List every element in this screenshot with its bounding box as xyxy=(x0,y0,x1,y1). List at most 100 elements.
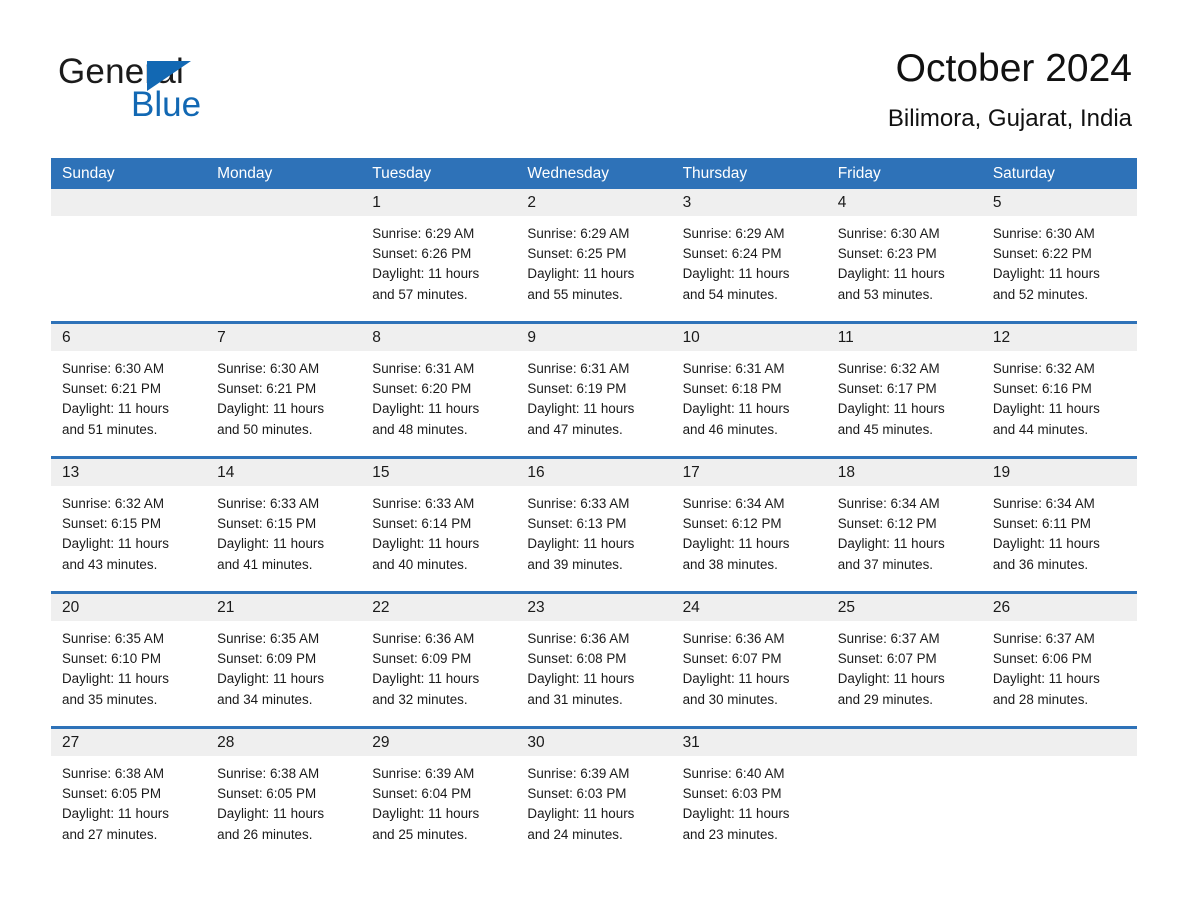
day-number-band: 27 xyxy=(51,729,207,756)
day-cell[interactable]: 7 Sunrise: 6:30 AM Sunset: 6:21 PM Dayli… xyxy=(206,324,362,456)
day-cell[interactable] xyxy=(826,729,982,861)
day-cell[interactable] xyxy=(206,189,362,321)
sunrise-line: Sunrise: 6:38 AM xyxy=(217,766,320,781)
sunrise-line: Sunrise: 6:31 AM xyxy=(372,361,475,376)
day-cell[interactable]: 13 Sunrise: 6:32 AM Sunset: 6:15 PM Dayl… xyxy=(51,459,207,591)
day-cell[interactable]: 23 Sunrise: 6:36 AM Sunset: 6:08 PM Dayl… xyxy=(516,594,672,726)
sunset-line: Sunset: 6:10 PM xyxy=(62,651,161,667)
sunrise-line: Sunrise: 6:32 AM xyxy=(62,496,164,511)
sunset-line: Sunset: 6:17 PM xyxy=(837,381,937,397)
calendar-page: General Blue October 2024 Bilimora, Guja… xyxy=(0,0,1188,918)
day-cell[interactable]: 2 Sunrise: 6:29 AM Sunset: 6:25 PM Dayli… xyxy=(516,189,672,321)
day-cell[interactable]: 9 Sunrise: 6:31 AM Sunset: 6:19 PM Dayli… xyxy=(516,324,672,456)
daylight-line-1: Daylight: 11 hours xyxy=(527,536,635,552)
daylight-line-1: Daylight: 11 hours xyxy=(992,536,1100,552)
day-cell[interactable]: 19 Sunrise: 6:34 AM Sunset: 6:11 PM Dayl… xyxy=(981,459,1137,591)
daylight-line-2: and 40 minutes. xyxy=(372,556,468,572)
day-cell[interactable]: 27 Sunrise: 6:38 AM Sunset: 6:05 PM Dayl… xyxy=(51,729,207,861)
day-cell[interactable]: 20 Sunrise: 6:35 AM Sunset: 6:10 PM Dayl… xyxy=(51,594,207,726)
day-details xyxy=(206,216,361,224)
day-cell[interactable]: 10 Sunrise: 6:31 AM Sunset: 6:18 PM Dayl… xyxy=(671,324,827,456)
sunset-line: Sunset: 6:05 PM xyxy=(62,786,161,802)
day-number-band: 13 xyxy=(51,459,207,486)
day-cell[interactable] xyxy=(51,189,207,321)
sunset-line: Sunset: 6:15 PM xyxy=(217,516,317,532)
day-cell[interactable]: 1 Sunrise: 6:29 AM Sunset: 6:26 PM Dayli… xyxy=(361,189,517,321)
day-cell[interactable]: 12 Sunrise: 6:32 AM Sunset: 6:16 PM Dayl… xyxy=(981,324,1137,456)
day-cell[interactable]: 29 Sunrise: 6:39 AM Sunset: 6:04 PM Dayl… xyxy=(361,729,517,861)
week-row: 6 Sunrise: 6:30 AM Sunset: 6:21 PM Dayli… xyxy=(51,321,1137,456)
sunset-line: Sunset: 6:07 PM xyxy=(837,651,937,667)
daylight-line-1: Daylight: 11 hours xyxy=(992,401,1100,417)
week-row: 20 Sunrise: 6:35 AM Sunset: 6:10 PM Dayl… xyxy=(51,591,1137,726)
day-details: Sunrise: 6:35 AM Sunset: 6:10 PM Dayligh… xyxy=(51,621,206,710)
day-cell[interactable]: 30 Sunrise: 6:39 AM Sunset: 6:03 PM Dayl… xyxy=(516,729,672,861)
day-number: 6 xyxy=(62,329,71,346)
day-cell[interactable]: 5 Sunrise: 6:30 AM Sunset: 6:22 PM Dayli… xyxy=(981,189,1137,321)
day-cell[interactable]: 6 Sunrise: 6:30 AM Sunset: 6:21 PM Dayli… xyxy=(51,324,207,456)
day-number-band: 16 xyxy=(516,459,672,486)
daylight-line-2: and 53 minutes. xyxy=(837,286,933,302)
sunrise-line: Sunrise: 6:35 AM xyxy=(217,631,320,646)
day-number-band: 28 xyxy=(206,729,362,756)
day-cell[interactable]: 8 Sunrise: 6:31 AM Sunset: 6:20 PM Dayli… xyxy=(361,324,517,456)
general-blue-logo[interactable]: General Blue xyxy=(58,52,378,136)
location-subtitle: Bilimora, Gujarat, India xyxy=(887,105,1132,132)
day-cell[interactable]: 18 Sunrise: 6:34 AM Sunset: 6:12 PM Dayl… xyxy=(826,459,982,591)
daylight-line-2: and 39 minutes. xyxy=(527,556,623,572)
daylight-line-1: Daylight: 11 hours xyxy=(62,401,169,417)
day-details: Sunrise: 6:37 AM Sunset: 6:06 PM Dayligh… xyxy=(982,621,1137,710)
day-cell[interactable]: 15 Sunrise: 6:33 AM Sunset: 6:14 PM Dayl… xyxy=(361,459,517,591)
day-cell[interactable]: 21 Sunrise: 6:35 AM Sunset: 6:09 PM Dayl… xyxy=(206,594,362,726)
day-number-band xyxy=(206,189,362,216)
day-details: Sunrise: 6:29 AM Sunset: 6:25 PM Dayligh… xyxy=(516,216,671,305)
daylight-line-1: Daylight: 11 hours xyxy=(682,806,790,822)
day-cell[interactable]: 22 Sunrise: 6:36 AM Sunset: 6:09 PM Dayl… xyxy=(361,594,517,726)
day-cell[interactable]: 26 Sunrise: 6:37 AM Sunset: 6:06 PM Dayl… xyxy=(981,594,1137,726)
weekday-header-monday: Monday xyxy=(217,164,273,182)
day-cell[interactable]: 31 Sunrise: 6:40 AM Sunset: 6:03 PM Dayl… xyxy=(671,729,827,861)
day-cell[interactable]: 17 Sunrise: 6:34 AM Sunset: 6:12 PM Dayl… xyxy=(671,459,827,591)
sunrise-line: Sunrise: 6:37 AM xyxy=(837,631,940,646)
daylight-line-1: Daylight: 11 hours xyxy=(372,401,480,417)
sunset-line: Sunset: 6:16 PM xyxy=(992,381,1092,397)
logo-text-blue: Blue xyxy=(131,85,202,124)
day-number: 17 xyxy=(682,464,700,481)
daylight-line-1: Daylight: 11 hours xyxy=(837,401,945,417)
sunrise-line: Sunrise: 6:33 AM xyxy=(527,496,630,511)
daylight-line-1: Daylight: 11 hours xyxy=(372,536,480,552)
day-details xyxy=(827,756,982,764)
sunrise-line: Sunrise: 6:29 AM xyxy=(527,226,630,241)
sunset-line: Sunset: 6:06 PM xyxy=(992,651,1092,667)
page-title: October 2024 xyxy=(895,47,1132,90)
day-details: Sunrise: 6:34 AM Sunset: 6:12 PM Dayligh… xyxy=(672,486,827,575)
day-cell[interactable]: 11 Sunrise: 6:32 AM Sunset: 6:17 PM Dayl… xyxy=(826,324,982,456)
weekday-header-row: Sunday Monday Tuesday Wednesday Thursday… xyxy=(51,158,1137,189)
daylight-line-2: and 48 minutes. xyxy=(372,421,468,437)
sunrise-line: Sunrise: 6:35 AM xyxy=(62,631,164,646)
day-cell[interactable]: 25 Sunrise: 6:37 AM Sunset: 6:07 PM Dayl… xyxy=(826,594,982,726)
day-details: Sunrise: 6:40 AM Sunset: 6:03 PM Dayligh… xyxy=(672,756,827,845)
day-number-band: 26 xyxy=(981,594,1137,621)
sunset-line: Sunset: 6:07 PM xyxy=(682,651,782,667)
day-cell[interactable]: 3 Sunrise: 6:29 AM Sunset: 6:24 PM Dayli… xyxy=(671,189,827,321)
day-number: 10 xyxy=(682,329,700,346)
day-cell[interactable]: 24 Sunrise: 6:36 AM Sunset: 6:07 PM Dayl… xyxy=(671,594,827,726)
day-cell[interactable] xyxy=(981,729,1137,861)
day-number: 15 xyxy=(372,464,390,481)
day-cell[interactable]: 4 Sunrise: 6:30 AM Sunset: 6:23 PM Dayli… xyxy=(826,189,982,321)
day-cell[interactable]: 16 Sunrise: 6:33 AM Sunset: 6:13 PM Dayl… xyxy=(516,459,672,591)
day-number-band: 6 xyxy=(51,324,207,351)
sunset-line: Sunset: 6:24 PM xyxy=(682,246,782,262)
daylight-line-1: Daylight: 11 hours xyxy=(992,671,1100,687)
day-cell[interactable]: 14 Sunrise: 6:33 AM Sunset: 6:15 PM Dayl… xyxy=(206,459,362,591)
weekday-header-friday: Friday xyxy=(837,164,881,182)
daylight-line-2: and 34 minutes. xyxy=(217,691,313,707)
daylight-line-1: Daylight: 11 hours xyxy=(837,536,945,552)
day-cell[interactable]: 28 Sunrise: 6:38 AM Sunset: 6:05 PM Dayl… xyxy=(206,729,362,861)
day-number: 25 xyxy=(837,599,855,616)
day-details xyxy=(982,756,1137,764)
daylight-line-1: Daylight: 11 hours xyxy=(527,266,635,282)
daylight-line-1: Daylight: 11 hours xyxy=(217,671,325,687)
daylight-line-2: and 54 minutes. xyxy=(682,286,778,302)
